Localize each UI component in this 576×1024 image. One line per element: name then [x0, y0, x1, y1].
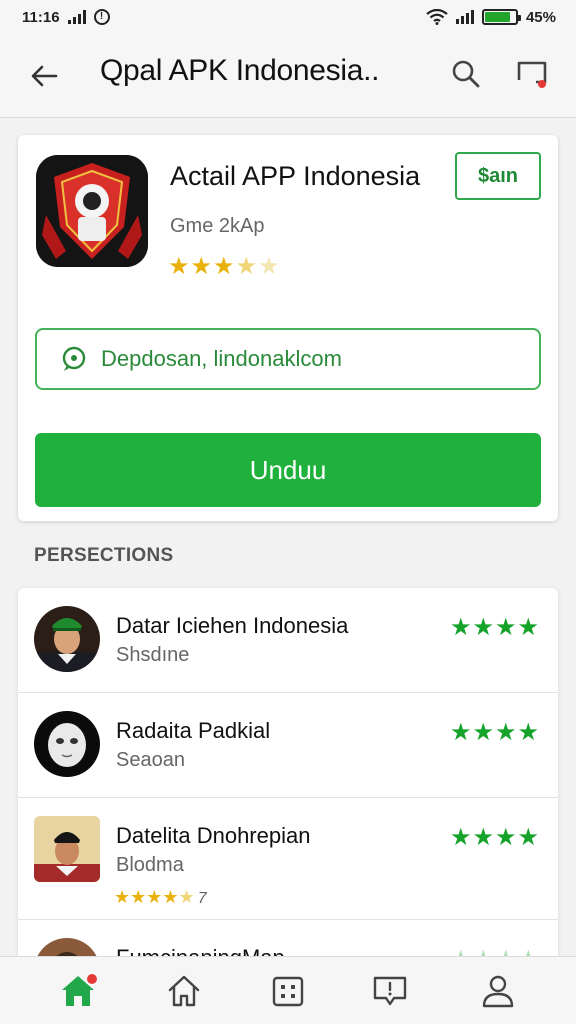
status-bar: 11:16 ! 45% [0, 0, 576, 34]
download-button[interactable]: Unduu [35, 433, 541, 507]
notification-icon: ! [93, 9, 110, 25]
star-icon: ★ [213, 253, 235, 280]
home-outline-icon [168, 975, 200, 1007]
mini-rating-stars: ★★★★★ 7 [114, 887, 207, 907]
section-title: PERSECTIONS [34, 545, 174, 566]
person-avatar-black-hat [34, 816, 100, 882]
nav-home[interactable] [164, 971, 204, 1011]
app-name: Actail APP Indonesia [170, 161, 421, 191]
chat-bubble-icon [62, 346, 86, 371]
price-button[interactable]: $aın [455, 152, 541, 200]
developer-link[interactable]: Depdosan, lindonaklcom [35, 328, 541, 390]
nav-badge [86, 973, 98, 985]
list-item[interactable]: Radaita Padkial Seaoan ★★★★ [18, 693, 558, 798]
star-icon: ★ [258, 253, 280, 280]
developer-text: Depdosan, lindonaklcom [101, 346, 342, 371]
list-item-name: Radaita Padkial [116, 718, 271, 743]
cast-icon[interactable] [514, 56, 550, 92]
list-item-name: Datar Iciehen Indonesia [116, 613, 349, 638]
status-left: 11:16 ! [22, 9, 110, 26]
cell-signal-icon [455, 10, 474, 24]
apps-icon [272, 976, 304, 1007]
mini-rating-count: 7 [197, 890, 207, 907]
battery-percent: 45% [525, 8, 556, 26]
apps-list: Datar Iciehen Indonesia Shsdıne ★★★★ Rad… [18, 588, 558, 968]
app-rating-stars: ★ ★ ★ ★ ★ [168, 255, 280, 279]
rating-stars: ★★★★ [449, 719, 540, 746]
battery-icon [481, 9, 521, 25]
nav-profile[interactable] [478, 971, 518, 1011]
app-category: Gme 2kAp [170, 215, 265, 237]
person-avatar-green-hat [34, 606, 100, 672]
page-title: Qpal APK Indonesia.. [100, 54, 380, 87]
arrow-left-icon[interactable] [26, 58, 62, 94]
rating-stars: ★★★★ [449, 824, 540, 851]
status-right: 45% [426, 9, 556, 26]
bottom-nav [0, 956, 576, 1024]
app-bar: Qpal APK Indonesia.. [0, 34, 576, 118]
list-item-sub: Seaoan [116, 749, 185, 771]
nav-messages[interactable] [370, 971, 410, 1011]
signal-icon [67, 10, 86, 24]
list-item-name: Datelita Dnohrepian [116, 823, 311, 848]
nav-apps[interactable] [268, 971, 308, 1011]
list-item-sub: Shsdıne [116, 644, 190, 666]
star-icon: ★ [168, 253, 190, 280]
list-item-sub: Blodma [116, 854, 184, 876]
mask-avatar-white [34, 711, 100, 777]
app-logo-art [36, 155, 148, 267]
list-item[interactable]: Datar Iciehen Indonesia Shsdıne ★★★★ [18, 588, 558, 693]
profile-icon [482, 975, 514, 1008]
rating-stars: ★★★★ [449, 614, 540, 641]
message-icon [373, 976, 407, 1006]
app-logo [36, 155, 148, 267]
star-icon: ★ [190, 253, 213, 280]
app-card: Actail APP Indonesia $aın Gme 2kAp ★ ★ ★ ★ ★… [18, 135, 558, 521]
nav-home-active[interactable] [58, 971, 98, 1011]
list-item[interactable]: Datelita Dnohrepian Blodma ★★★★ ★★★★★ 7 [18, 798, 558, 920]
star-icon: ★ [235, 253, 258, 280]
search-icon[interactable] [448, 56, 484, 92]
wifi-icon [426, 9, 448, 25]
battery-fill [484, 12, 511, 22]
status-time: 11:16 [22, 8, 60, 26]
